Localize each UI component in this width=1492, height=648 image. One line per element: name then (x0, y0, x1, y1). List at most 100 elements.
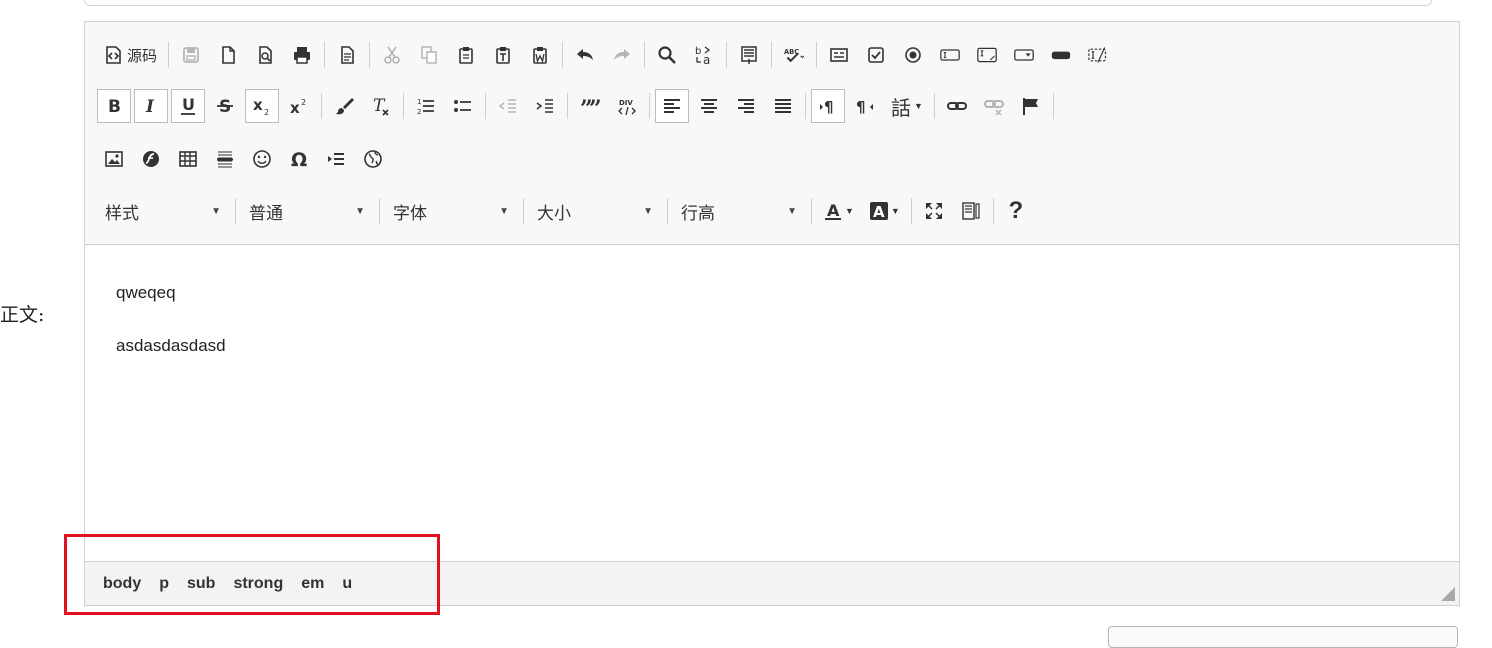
svg-text:x: x (253, 96, 263, 114)
align-left-icon (664, 99, 680, 113)
image-icon (105, 151, 123, 167)
text-color-button[interactable]: A ▼ (817, 194, 860, 228)
iframe-button[interactable] (356, 142, 390, 176)
toolbar-separator (667, 198, 668, 224)
font-size-combo[interactable]: 大小 ▼ (529, 194, 665, 228)
styles-combo[interactable]: 样式 ▼ (97, 194, 233, 228)
language-button[interactable]: 話 ▼ (885, 89, 929, 123)
flash-icon (143, 151, 159, 167)
save-button[interactable] (174, 38, 208, 72)
textarea-button[interactable] (970, 38, 1004, 72)
paste-word-icon (533, 47, 547, 64)
increase-indent-button[interactable] (528, 89, 562, 123)
cut-button[interactable] (375, 38, 409, 72)
svg-text:¶: ¶ (856, 98, 866, 116)
format-combo[interactable]: 普通 ▼ (241, 194, 377, 228)
copy-format-button[interactable] (327, 89, 361, 123)
image-button[interactable] (97, 142, 131, 176)
background-color-letter: A (873, 203, 885, 221)
paste-text-button[interactable] (486, 38, 520, 72)
line-height-combo[interactable]: 行高 ▼ (673, 194, 809, 228)
bold-icon: B (108, 97, 121, 116)
rtl-direction-button[interactable]: ¶ (848, 89, 882, 123)
numbered-list-icon: 12 (417, 98, 434, 116)
form-button-button[interactable] (1044, 38, 1078, 72)
align-center-button[interactable] (692, 89, 726, 123)
special-char-button[interactable]: Ω (282, 142, 316, 176)
text-field-button[interactable] (933, 38, 967, 72)
create-div-button[interactable]: DIV (610, 89, 644, 123)
new-page-button[interactable] (211, 38, 245, 72)
unlink-icon (983, 100, 1004, 116)
svg-text:2: 2 (417, 108, 421, 116)
ltr-direction-button[interactable]: ¶ (811, 89, 845, 123)
quote-icon: ”” (580, 96, 600, 116)
save-icon (183, 47, 199, 63)
replace-button[interactable]: ba (687, 38, 721, 72)
table-button[interactable] (171, 142, 205, 176)
redo-button[interactable] (605, 38, 639, 72)
align-right-button[interactable] (729, 89, 763, 123)
undo-button[interactable] (568, 38, 602, 72)
templates-button[interactable] (330, 38, 364, 72)
flash-button[interactable] (134, 142, 168, 176)
paste-text-icon (496, 47, 510, 64)
spellcheck-button[interactable]: ABC (777, 38, 811, 72)
select-all-button[interactable] (732, 38, 766, 72)
content-paragraph[interactable]: asdasdasdasd (116, 336, 226, 356)
blockquote-button[interactable]: ”” (573, 89, 607, 123)
form-button[interactable] (822, 38, 856, 72)
unlink-button[interactable] (977, 89, 1011, 123)
toolbar-separator (523, 198, 524, 224)
numbered-list-button[interactable]: 12 (409, 89, 443, 123)
editor-content-area[interactable]: qweqeq asdasdasdasd (85, 245, 1459, 560)
content-paragraph[interactable]: qweqeq (116, 283, 176, 303)
hidden-field-button[interactable] (1081, 38, 1115, 72)
previous-field-input[interactable] (84, 0, 1432, 6)
decrease-indent-button[interactable] (491, 89, 525, 123)
editor-toolbar: 源码 b a ABC B I U S x 2 x 2 T 1 2 ” DIV ¶… (85, 22, 1459, 245)
svg-text:I: I (145, 97, 155, 116)
text-color-icon: A (825, 201, 841, 220)
print-button[interactable] (285, 38, 319, 72)
preview-button[interactable] (248, 38, 282, 72)
paste-word-button[interactable] (523, 38, 557, 72)
bulleted-list-button[interactable] (446, 89, 480, 123)
paste-button[interactable] (449, 38, 483, 72)
remove-format-button[interactable]: T (364, 89, 398, 123)
align-left-button[interactable] (655, 89, 689, 123)
chevron-down-icon: ▼ (890, 206, 900, 216)
background-color-button[interactable]: A ▼ (863, 194, 906, 228)
italic-button[interactable]: I (134, 89, 168, 123)
show-blocks-button[interactable] (954, 194, 988, 228)
subscript-button[interactable]: x2 (245, 89, 279, 123)
justify-button[interactable] (766, 89, 800, 123)
toolbar-separator (379, 198, 380, 224)
radio-button[interactable] (896, 38, 930, 72)
ltr-icon: ¶ (820, 98, 834, 116)
link-button[interactable] (940, 89, 974, 123)
horizontal-rule-button[interactable] (208, 142, 242, 176)
font-combo[interactable]: 字体 ▼ (385, 194, 521, 228)
copy-button[interactable] (412, 38, 446, 72)
smiley-button[interactable] (245, 142, 279, 176)
maximize-button[interactable] (917, 194, 951, 228)
strikethrough-button[interactable]: S (208, 89, 242, 123)
toolbar-separator (805, 93, 806, 119)
resize-handle-icon[interactable] (1441, 587, 1455, 601)
checkbox-button[interactable] (859, 38, 893, 72)
strikethrough-icon: S (217, 97, 233, 116)
page-break-button[interactable] (319, 142, 353, 176)
toolbar-separator (168, 42, 170, 68)
find-button[interactable] (650, 38, 684, 72)
bold-button[interactable]: B (97, 89, 131, 123)
anchor-button[interactable] (1014, 89, 1048, 123)
superscript-button[interactable]: x2 (282, 89, 316, 123)
show-blocks-icon (962, 202, 980, 220)
underline-button[interactable]: U (171, 89, 205, 123)
source-icon (106, 46, 121, 64)
select-field-button[interactable] (1007, 38, 1041, 72)
toolbar-separator (771, 42, 773, 68)
source-button[interactable]: 源码 (97, 38, 163, 72)
help-button[interactable]: ? (999, 194, 1033, 228)
